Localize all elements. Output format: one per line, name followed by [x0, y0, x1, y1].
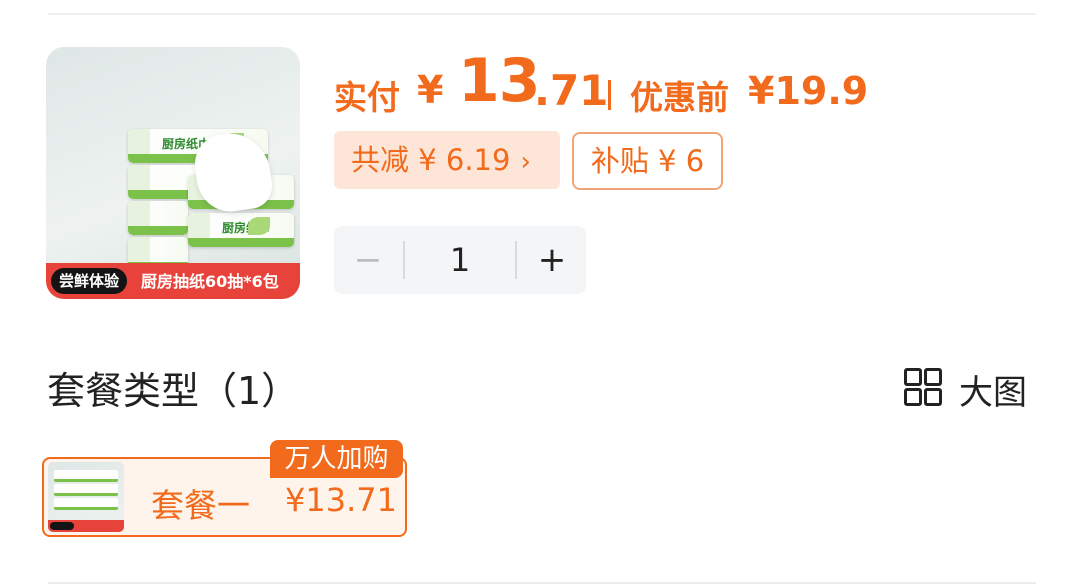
package-type-title: 套餐类型（1） [47, 369, 300, 413]
increment-button[interactable]: + [518, 226, 586, 294]
product-image[interactable]: 厨房纸巾 厨房纸巾 厨房纸巾 尝鲜体验 厨房抽纸60抽*6包 [46, 47, 300, 299]
stepper-divider [515, 241, 517, 279]
quantity-stepper: − 1 + [334, 226, 586, 294]
trial-tag: 尝鲜体验 [51, 268, 128, 294]
bottom-divider [48, 582, 1036, 584]
before-discount-label: 优惠前 [630, 78, 729, 117]
pay-amount-integer: 13 [458, 46, 540, 116]
large-view-label: 大图 [959, 373, 1027, 413]
grid-icon [904, 368, 942, 406]
package-thumbnail [48, 462, 124, 532]
popular-badge: 万人加购 [270, 440, 403, 478]
total-discount-label: 共减 ¥ 6.19 [351, 143, 511, 177]
pay-amount-decimal: .71 [534, 66, 609, 115]
package-price: ¥13.71 [285, 481, 397, 519]
package-name: 套餐一 [151, 486, 250, 525]
before-discount-price: ¥19.9 [748, 69, 869, 113]
pay-label: 实付 [334, 78, 400, 117]
pay-currency: ¥ [417, 68, 444, 112]
top-divider [48, 13, 1036, 15]
tissue-pack [128, 201, 188, 235]
chevron-right-icon: › [520, 147, 531, 177]
image-banner: 尝鲜体验 厨房抽纸60抽*6包 [46, 263, 300, 299]
tissue-pack: 厨房纸巾 [188, 213, 294, 247]
decrement-button[interactable]: − [334, 226, 402, 294]
image-description: 厨房抽纸60抽*6包 [141, 272, 279, 291]
total-discount-chip[interactable]: 共减 ¥ 6.19 › [334, 131, 560, 189]
quantity-value[interactable]: 1 [404, 226, 516, 294]
price-separator [608, 80, 611, 110]
subsidy-label: 补贴 ¥ 6 [590, 144, 705, 178]
subsidy-chip: 补贴 ¥ 6 [572, 132, 723, 190]
